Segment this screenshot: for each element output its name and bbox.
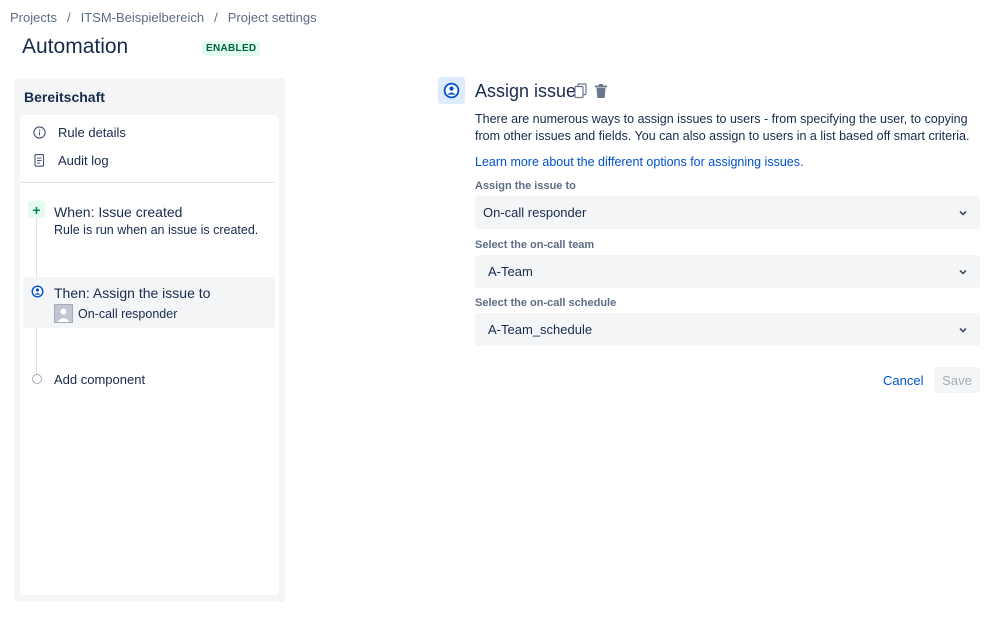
- copy-icon[interactable]: [574, 83, 588, 99]
- person-circle-icon: [438, 77, 465, 104]
- on-call-team-select[interactable]: A-Team: [475, 255, 980, 288]
- action-title: Then: Assign the issue to: [54, 285, 211, 301]
- cancel-button[interactable]: Cancel: [875, 367, 931, 393]
- breadcrumb-projects[interactable]: Projects: [10, 10, 57, 25]
- action-subtitle: On-call responder: [78, 307, 178, 321]
- trigger-description: Rule is run when an issue is created.: [54, 223, 259, 237]
- rule-name: Bereitschaft: [24, 89, 105, 105]
- on-call-team-value: A-Team: [488, 264, 533, 279]
- rule-details-label: Rule details: [58, 124, 126, 140]
- breadcrumb: Projects / ITSM-Beispielbereich / Projec…: [10, 10, 317, 25]
- info-icon: [32, 125, 46, 139]
- trigger-title[interactable]: When: Issue created: [54, 204, 182, 220]
- on-call-schedule-label: Select the on-call schedule: [475, 297, 617, 309]
- detail-description: There are numerous ways to assign issues…: [475, 112, 970, 143]
- on-call-schedule-select[interactable]: A-Team_schedule: [475, 313, 980, 346]
- person-circle-icon: [31, 285, 44, 298]
- action-component-selected[interactable]: Then: Assign the issue to On-call respon…: [23, 277, 275, 328]
- rule-sidebar: Bereitschaft Rule details Audit log + Wh…: [14, 78, 285, 602]
- document-icon: [32, 153, 46, 167]
- avatar: [54, 304, 73, 323]
- chevron-down-icon: [959, 327, 967, 333]
- status-badge: ENABLED: [202, 41, 261, 56]
- trash-icon[interactable]: [594, 83, 608, 99]
- chevron-down-icon: [959, 210, 967, 216]
- assign-to-value: On-call responder: [483, 205, 587, 220]
- audit-log-link[interactable]: Audit log: [32, 150, 109, 170]
- assign-to-select[interactable]: On-call responder: [475, 196, 980, 229]
- detail-title: Assign issue: [475, 81, 577, 101]
- on-call-schedule-value: A-Team_schedule: [488, 322, 593, 337]
- breadcrumb-project[interactable]: ITSM-Beispielbereich: [81, 10, 205, 25]
- breadcrumb-separator: /: [214, 10, 218, 25]
- save-button[interactable]: Save: [934, 367, 980, 393]
- page-title: Automation: [22, 35, 129, 58]
- divider: [20, 182, 275, 183]
- on-call-team-label: Select the on-call team: [475, 239, 595, 251]
- audit-log-label: Audit log: [58, 152, 109, 168]
- add-component-button[interactable]: Add component: [54, 372, 145, 387]
- plus-icon: +: [28, 201, 45, 218]
- breadcrumb-project-settings[interactable]: Project settings: [228, 10, 317, 25]
- rule-details-link[interactable]: Rule details: [32, 122, 126, 142]
- add-component-icon: [32, 374, 42, 384]
- rule-components-card: Rule details Audit log + When: Issue cre…: [20, 115, 279, 595]
- assign-to-label: Assign the issue to: [475, 180, 576, 192]
- breadcrumb-separator: /: [66, 10, 71, 25]
- chevron-down-icon: [959, 269, 967, 275]
- learn-more-link[interactable]: Learn more about the different options f…: [475, 155, 803, 169]
